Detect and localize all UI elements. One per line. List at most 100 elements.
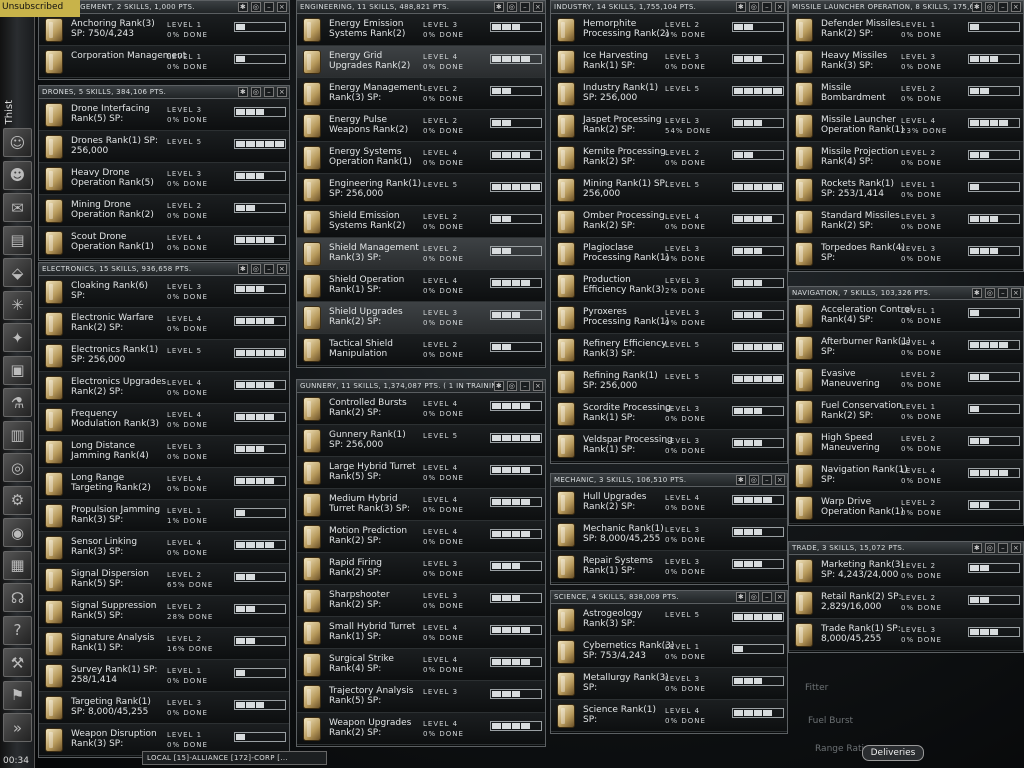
skill-row[interactable]: Survey Rank(1) SP: 258/1,414 LEVEL 1 0% DON… [39, 660, 289, 692]
skill-row[interactable]: Shield Management Rank(3) SP: LEVEL 2 0% DO… [297, 238, 545, 270]
skill-group-window-electronics[interactable]: ELECTRONICS, 15 SKILLS, 936,658 PTS. ✱ ◎ – ×… [38, 262, 290, 758]
close-icon[interactable]: × [533, 381, 543, 391]
skill-row[interactable]: Energy Grid Upgrades Rank(2) LEVEL 4 0% DON… [297, 46, 545, 78]
skill-group-window-engineering[interactable]: ENGINEERING, 11 SKILLS, 488,821 PTS. ✱ ◎ – ×… [296, 0, 546, 368]
chat-tab-bar[interactable]: LOCAL [15]-ALLIANCE [172]-CORP [... [142, 751, 327, 765]
skill-row[interactable]: Veldspar Processing Rank(1) SP: LEVEL 3 0% … [551, 430, 787, 462]
minimize-icon[interactable]: ◎ [507, 2, 517, 12]
skill-row[interactable]: Gunnery Rank(1) SP: 256,000 LEVEL 5 [297, 425, 545, 457]
skill-row[interactable]: Long Range Targeting Rank(2) LEVEL 4 0% DON… [39, 468, 289, 500]
close-icon[interactable]: × [277, 2, 287, 12]
minimize-icon[interactable]: ◎ [749, 2, 759, 12]
skill-group-header[interactable]: ENGINEERING, 11 SKILLS, 488,821 PTS. ✱ ◎ – × [297, 1, 545, 14]
skill-row[interactable]: Energy Systems Operation Rank(1) LEVEL 4 0%… [297, 142, 545, 174]
skill-row[interactable]: Shield Operation Rank(1) SP: LEVEL 4 0% DON… [297, 270, 545, 302]
minimize-icon[interactable]: ◎ [251, 87, 261, 97]
collapse-icon[interactable]: – [264, 2, 274, 12]
skill-group-header[interactable]: GUNNERY, 11 SKILLS, 1,374,087 PTS. ( 1 I… [297, 380, 545, 393]
pin-icon[interactable]: ✱ [238, 2, 248, 12]
skill-row[interactable]: Corporation Management LEVEL 1 0% DONE [39, 46, 289, 78]
expand-icon[interactable]: » [3, 713, 32, 742]
pin-icon[interactable]: ✱ [736, 592, 746, 602]
skill-row[interactable]: Refinery Efficiency Rank(3) SP: LEVEL 5 [551, 334, 787, 366]
minimize-icon[interactable]: ◎ [985, 288, 995, 298]
skill-group-header[interactable]: DRONES, 5 SKILLS, 384,106 PTS. ✱ ◎ – × [39, 86, 289, 99]
skill-row[interactable]: Energy Pulse Weapons Rank(2) LEVEL 2 0% DON… [297, 110, 545, 142]
skill-row[interactable]: Signal Suppression Rank(5) SP: LEVEL 2 28% … [39, 596, 289, 628]
pin-icon[interactable]: ✱ [238, 264, 248, 274]
skill-row[interactable]: Motion Prediction Rank(2) SP: LEVEL 4 0% DO… [297, 521, 545, 553]
skill-row[interactable]: Mining Drone Operation Rank(2) LEVEL 2 0% D… [39, 195, 289, 227]
skill-row[interactable]: Metallurgy Rank(3) SP: LEVEL 3 0% DONE [551, 668, 787, 700]
skill-group-header[interactable]: MISSILE LAUNCHER OPERATION, 8 SKILLS, 17… [789, 1, 1023, 14]
skill-row[interactable]: Production Efficiency Rank(3) LEVEL 3 2% DO… [551, 270, 787, 302]
skill-row[interactable]: Scout Drone Operation Rank(1) LEVEL 4 0% DO… [39, 227, 289, 259]
skill-row[interactable]: Anchoring Rank(3) SP: 750/4,243 LEVEL 1 0% … [39, 14, 289, 46]
pin-icon[interactable]: ✱ [494, 2, 504, 12]
collapse-icon[interactable]: – [264, 87, 274, 97]
skill-group-window-navigation[interactable]: NAVIGATION, 7 SKILLS, 103,326 PTS. ✱ ◎ – × Ac… [788, 286, 1024, 526]
skill-row[interactable]: Hull Upgrades Rank(2) SP: LEVEL 4 0% DONE [551, 487, 787, 519]
skill-row[interactable]: Sensor Linking Rank(3) SP: LEVEL 4 0% DONE [39, 532, 289, 564]
skill-row[interactable]: Mechanic Rank(1) SP: 8,000/45,255 LEVEL 30… [551, 519, 787, 551]
pin-icon[interactable]: ✱ [494, 381, 504, 391]
help-icon[interactable]: ? [3, 615, 32, 645]
close-icon[interactable]: × [277, 264, 287, 274]
close-icon[interactable]: × [775, 475, 785, 485]
pin-icon[interactable]: ✱ [736, 2, 746, 12]
skill-row[interactable]: Electronics Upgrades Rank(2) SP: LEVEL 4 0%… [39, 372, 289, 404]
market-icon[interactable]: ▥ [3, 420, 32, 450]
collapse-icon[interactable]: – [762, 592, 772, 602]
help-ring-icon[interactable]: ◎ [3, 453, 32, 482]
minimize-icon[interactable]: ◎ [507, 381, 517, 391]
skill-row[interactable]: Retail Rank(2) SP: 2,829/16,000 LEVEL 2 0% … [789, 587, 1023, 619]
skill-row[interactable]: High Speed Maneuvering LEVEL 2 0% DONE [789, 428, 1023, 460]
skill-row[interactable]: Navigation Rank(1) SP: LEVEL 4 0% DONE [789, 460, 1023, 492]
skill-row[interactable]: Controlled Bursts Rank(2) SP: LEVEL 4 0% DO… [297, 393, 545, 425]
skill-row[interactable]: Surgical Strike Rank(4) SP: LEVEL 4 0% DONE [297, 649, 545, 681]
ship-icon[interactable]: ⬙ [3, 258, 32, 287]
science-icon[interactable]: ⚗ [3, 388, 32, 417]
skill-row[interactable]: Standard Missiles Rank(2) SP: LEVEL 3 0% DO… [789, 206, 1023, 238]
collapse-icon[interactable]: – [998, 288, 1008, 298]
skill-row[interactable]: Shield Upgrades Rank(2) SP: LEVEL 3 0% DONE [297, 302, 545, 334]
skill-row[interactable]: Astrogeology Rank(3) SP: LEVEL 5 [551, 604, 787, 636]
globe-icon[interactable]: ◉ [3, 518, 32, 547]
close-icon[interactable]: × [775, 2, 785, 12]
skill-row[interactable]: Frequency Modulation Rank(3) LEVEL 4 0% DON… [39, 404, 289, 436]
skill-group-header[interactable]: ELECTRONICS, 15 SKILLS, 936,658 PTS. ✱ ◎ – × [39, 263, 289, 276]
skill-row[interactable]: Long Distance Jamming Rank(4) LEVEL 3 0% DO… [39, 436, 289, 468]
minimize-icon[interactable]: ◎ [749, 592, 759, 602]
close-icon[interactable]: × [775, 592, 785, 602]
skill-row[interactable]: Trajectory Analysis Rank(5) SP: LEVEL 3 [297, 681, 545, 713]
skill-group-header[interactable]: MECHANIC, 3 SKILLS, 106,510 PTS. ✱ ◎ – × [551, 474, 787, 487]
skill-row[interactable]: Electronics Rank(1) SP: 256,000 LEVEL 5 [39, 340, 289, 372]
minimize-icon[interactable]: ◎ [251, 2, 261, 12]
pin-icon[interactable]: ✱ [238, 87, 248, 97]
collapse-icon[interactable]: – [762, 475, 772, 485]
skill-row[interactable]: Signal Dispersion Rank(5) SP: LEVEL 2 65% D… [39, 564, 289, 596]
skill-row[interactable]: Kernite Processing Rank(2) SP: LEVEL 2 0% D… [551, 142, 787, 174]
skill-group-window-industry[interactable]: INDUSTRY, 14 SKILLS, 1,755,104 PTS. ✱ ◎ – × H… [550, 0, 788, 464]
collapse-icon[interactable]: – [264, 264, 274, 274]
close-icon[interactable]: × [533, 2, 543, 12]
skill-row[interactable]: Scordite Processing Rank(1) SP: LEVEL 3 0% … [551, 398, 787, 430]
deliveries-button[interactable]: Deliveries [862, 745, 924, 761]
pin-icon[interactable]: ✱ [972, 543, 982, 553]
collapse-icon[interactable]: – [762, 2, 772, 12]
skill-row[interactable]: Sharpshooter Rank(2) SP: LEVEL 3 0% DONE [297, 585, 545, 617]
skill-row[interactable]: Targeting Rank(1) SP: 8,000/45,255 LEVEL 3… [39, 692, 289, 724]
skill-row[interactable]: Energy Emission Systems Rank(2) LEVEL 3 0% … [297, 14, 545, 46]
mail-icon[interactable]: ✉ [3, 193, 32, 222]
pin-icon[interactable]: ✱ [736, 475, 746, 485]
skill-group-header[interactable]: TRADE, 3 SKILLS, 15,072 PTS. ✱ ◎ – × [789, 542, 1023, 555]
contracts-icon[interactable]: ▦ [3, 550, 32, 580]
skill-row[interactable]: Plagioclase Processing Rank(1) LEVEL 3 0% D… [551, 238, 787, 270]
fitting-icon[interactable]: ⚙ [3, 485, 32, 515]
skill-row[interactable]: Propulsion Jamming Rank(3) SP: LEVEL 1 1% D… [39, 500, 289, 532]
skill-row[interactable]: Fuel Conservation Rank(2) SP: LEVEL 1 0% DO… [789, 396, 1023, 428]
skill-row[interactable]: Refining Rank(1) SP: 256,000 LEVEL 5 [551, 366, 787, 398]
skill-row[interactable]: Torpedoes Rank(4) SP: LEVEL 3 0% DONE [789, 238, 1023, 270]
skill-row[interactable]: Hemorphite Processing Rank(2) LEVEL 2 0% DO… [551, 14, 787, 46]
skill-group-window-trade[interactable]: TRADE, 3 SKILLS, 15,072 PTS. ✱ ◎ – × Marketin… [788, 541, 1024, 653]
